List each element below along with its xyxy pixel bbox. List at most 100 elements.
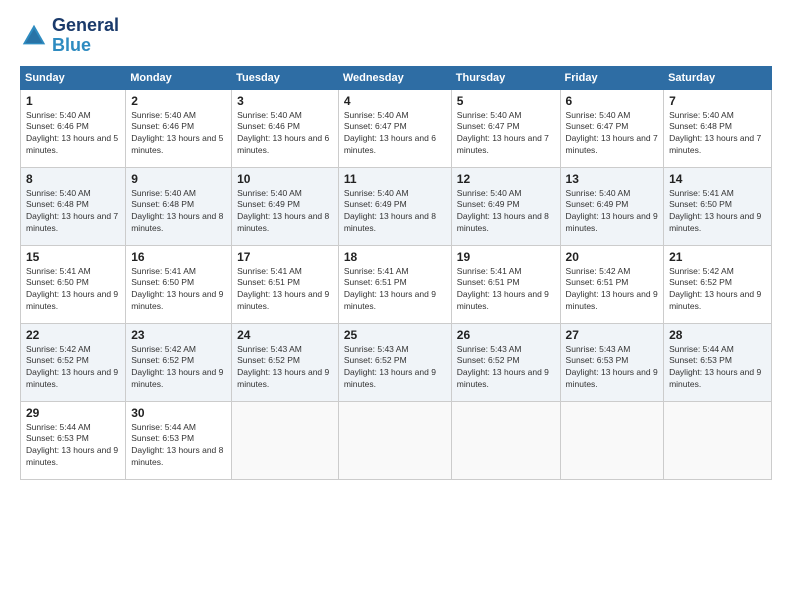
- logo: General Blue: [20, 16, 119, 56]
- calendar-body: 1 Sunrise: 5:40 AM Sunset: 6:46 PM Dayli…: [21, 89, 772, 479]
- day-number: 27: [566, 328, 659, 342]
- calendar-cell: 26 Sunrise: 5:43 AM Sunset: 6:52 PM Dayl…: [451, 323, 560, 401]
- day-info: Sunrise: 5:43 AM Sunset: 6:52 PM Dayligh…: [237, 344, 333, 392]
- day-info: Sunrise: 5:40 AM Sunset: 6:47 PM Dayligh…: [566, 110, 659, 158]
- header: General Blue: [20, 16, 772, 56]
- day-info: Sunrise: 5:40 AM Sunset: 6:48 PM Dayligh…: [131, 188, 226, 236]
- col-sunday: Sunday: [21, 66, 126, 89]
- day-info: Sunrise: 5:40 AM Sunset: 6:46 PM Dayligh…: [131, 110, 226, 158]
- day-number: 3: [237, 94, 333, 108]
- day-number: 4: [344, 94, 446, 108]
- day-number: 15: [26, 250, 120, 264]
- day-number: 2: [131, 94, 226, 108]
- calendar-cell: [338, 401, 451, 479]
- day-info: Sunrise: 5:40 AM Sunset: 6:47 PM Dayligh…: [344, 110, 446, 158]
- day-info: Sunrise: 5:41 AM Sunset: 6:51 PM Dayligh…: [457, 266, 555, 314]
- calendar-cell: 1 Sunrise: 5:40 AM Sunset: 6:46 PM Dayli…: [21, 89, 126, 167]
- calendar-cell: 12 Sunrise: 5:40 AM Sunset: 6:49 PM Dayl…: [451, 167, 560, 245]
- calendar-cell: 27 Sunrise: 5:43 AM Sunset: 6:53 PM Dayl…: [560, 323, 664, 401]
- day-number: 5: [457, 94, 555, 108]
- calendar-cell: 11 Sunrise: 5:40 AM Sunset: 6:49 PM Dayl…: [338, 167, 451, 245]
- day-info: Sunrise: 5:43 AM Sunset: 6:52 PM Dayligh…: [344, 344, 446, 392]
- calendar-cell: [664, 401, 772, 479]
- col-saturday: Saturday: [664, 66, 772, 89]
- calendar-table: Sunday Monday Tuesday Wednesday Thursday…: [20, 66, 772, 480]
- day-info: Sunrise: 5:42 AM Sunset: 6:51 PM Dayligh…: [566, 266, 659, 314]
- day-info: Sunrise: 5:41 AM Sunset: 6:50 PM Dayligh…: [131, 266, 226, 314]
- day-info: Sunrise: 5:40 AM Sunset: 6:49 PM Dayligh…: [566, 188, 659, 236]
- col-thursday: Thursday: [451, 66, 560, 89]
- day-info: Sunrise: 5:42 AM Sunset: 6:52 PM Dayligh…: [26, 344, 120, 392]
- calendar-cell: 17 Sunrise: 5:41 AM Sunset: 6:51 PM Dayl…: [232, 245, 339, 323]
- calendar-cell: [451, 401, 560, 479]
- day-info: Sunrise: 5:40 AM Sunset: 6:48 PM Dayligh…: [26, 188, 120, 236]
- calendar-cell: 3 Sunrise: 5:40 AM Sunset: 6:46 PM Dayli…: [232, 89, 339, 167]
- col-tuesday: Tuesday: [232, 66, 339, 89]
- day-number: 13: [566, 172, 659, 186]
- calendar-cell: [232, 401, 339, 479]
- calendar-row: 29 Sunrise: 5:44 AM Sunset: 6:53 PM Dayl…: [21, 401, 772, 479]
- calendar-header: Sunday Monday Tuesday Wednesday Thursday…: [21, 66, 772, 89]
- day-number: 1: [26, 94, 120, 108]
- calendar-cell: 19 Sunrise: 5:41 AM Sunset: 6:51 PM Dayl…: [451, 245, 560, 323]
- day-number: 24: [237, 328, 333, 342]
- calendar-cell: 23 Sunrise: 5:42 AM Sunset: 6:52 PM Dayl…: [126, 323, 232, 401]
- day-info: Sunrise: 5:40 AM Sunset: 6:49 PM Dayligh…: [344, 188, 446, 236]
- calendar-row: 22 Sunrise: 5:42 AM Sunset: 6:52 PM Dayl…: [21, 323, 772, 401]
- day-number: 20: [566, 250, 659, 264]
- col-friday: Friday: [560, 66, 664, 89]
- calendar-cell: 9 Sunrise: 5:40 AM Sunset: 6:48 PM Dayli…: [126, 167, 232, 245]
- day-info: Sunrise: 5:44 AM Sunset: 6:53 PM Dayligh…: [26, 422, 120, 470]
- col-wednesday: Wednesday: [338, 66, 451, 89]
- calendar-row: 15 Sunrise: 5:41 AM Sunset: 6:50 PM Dayl…: [21, 245, 772, 323]
- calendar-cell: 6 Sunrise: 5:40 AM Sunset: 6:47 PM Dayli…: [560, 89, 664, 167]
- calendar-cell: 7 Sunrise: 5:40 AM Sunset: 6:48 PM Dayli…: [664, 89, 772, 167]
- day-info: Sunrise: 5:40 AM Sunset: 6:47 PM Dayligh…: [457, 110, 555, 158]
- day-number: 12: [457, 172, 555, 186]
- day-number: 6: [566, 94, 659, 108]
- day-info: Sunrise: 5:41 AM Sunset: 6:50 PM Dayligh…: [669, 188, 766, 236]
- page: General Blue Sunday Monday Tuesday Wedne…: [0, 0, 792, 612]
- day-info: Sunrise: 5:40 AM Sunset: 6:46 PM Dayligh…: [26, 110, 120, 158]
- day-number: 9: [131, 172, 226, 186]
- calendar-cell: 5 Sunrise: 5:40 AM Sunset: 6:47 PM Dayli…: [451, 89, 560, 167]
- day-info: Sunrise: 5:41 AM Sunset: 6:50 PM Dayligh…: [26, 266, 120, 314]
- day-number: 30: [131, 406, 226, 420]
- day-info: Sunrise: 5:44 AM Sunset: 6:53 PM Dayligh…: [669, 344, 766, 392]
- calendar-cell: 22 Sunrise: 5:42 AM Sunset: 6:52 PM Dayl…: [21, 323, 126, 401]
- col-monday: Monday: [126, 66, 232, 89]
- day-info: Sunrise: 5:42 AM Sunset: 6:52 PM Dayligh…: [669, 266, 766, 314]
- day-number: 19: [457, 250, 555, 264]
- day-number: 29: [26, 406, 120, 420]
- day-number: 22: [26, 328, 120, 342]
- calendar-cell: 10 Sunrise: 5:40 AM Sunset: 6:49 PM Dayl…: [232, 167, 339, 245]
- calendar-cell: 21 Sunrise: 5:42 AM Sunset: 6:52 PM Dayl…: [664, 245, 772, 323]
- day-number: 8: [26, 172, 120, 186]
- day-number: 14: [669, 172, 766, 186]
- day-number: 25: [344, 328, 446, 342]
- day-info: Sunrise: 5:43 AM Sunset: 6:53 PM Dayligh…: [566, 344, 659, 392]
- calendar-cell: 13 Sunrise: 5:40 AM Sunset: 6:49 PM Dayl…: [560, 167, 664, 245]
- day-number: 10: [237, 172, 333, 186]
- header-row: Sunday Monday Tuesday Wednesday Thursday…: [21, 66, 772, 89]
- day-info: Sunrise: 5:40 AM Sunset: 6:49 PM Dayligh…: [237, 188, 333, 236]
- calendar-cell: 14 Sunrise: 5:41 AM Sunset: 6:50 PM Dayl…: [664, 167, 772, 245]
- day-info: Sunrise: 5:40 AM Sunset: 6:49 PM Dayligh…: [457, 188, 555, 236]
- calendar-cell: 4 Sunrise: 5:40 AM Sunset: 6:47 PM Dayli…: [338, 89, 451, 167]
- day-info: Sunrise: 5:41 AM Sunset: 6:51 PM Dayligh…: [237, 266, 333, 314]
- calendar-cell: 16 Sunrise: 5:41 AM Sunset: 6:50 PM Dayl…: [126, 245, 232, 323]
- day-info: Sunrise: 5:41 AM Sunset: 6:51 PM Dayligh…: [344, 266, 446, 314]
- calendar-row: 8 Sunrise: 5:40 AM Sunset: 6:48 PM Dayli…: [21, 167, 772, 245]
- day-number: 16: [131, 250, 226, 264]
- logo-icon: [20, 22, 48, 50]
- calendar-cell: 15 Sunrise: 5:41 AM Sunset: 6:50 PM Dayl…: [21, 245, 126, 323]
- day-number: 23: [131, 328, 226, 342]
- day-info: Sunrise: 5:40 AM Sunset: 6:46 PM Dayligh…: [237, 110, 333, 158]
- day-number: 11: [344, 172, 446, 186]
- day-info: Sunrise: 5:40 AM Sunset: 6:48 PM Dayligh…: [669, 110, 766, 158]
- calendar-cell: 30 Sunrise: 5:44 AM Sunset: 6:53 PM Dayl…: [126, 401, 232, 479]
- logo-text: General Blue: [52, 16, 119, 56]
- day-info: Sunrise: 5:42 AM Sunset: 6:52 PM Dayligh…: [131, 344, 226, 392]
- calendar-cell: 28 Sunrise: 5:44 AM Sunset: 6:53 PM Dayl…: [664, 323, 772, 401]
- calendar-row: 1 Sunrise: 5:40 AM Sunset: 6:46 PM Dayli…: [21, 89, 772, 167]
